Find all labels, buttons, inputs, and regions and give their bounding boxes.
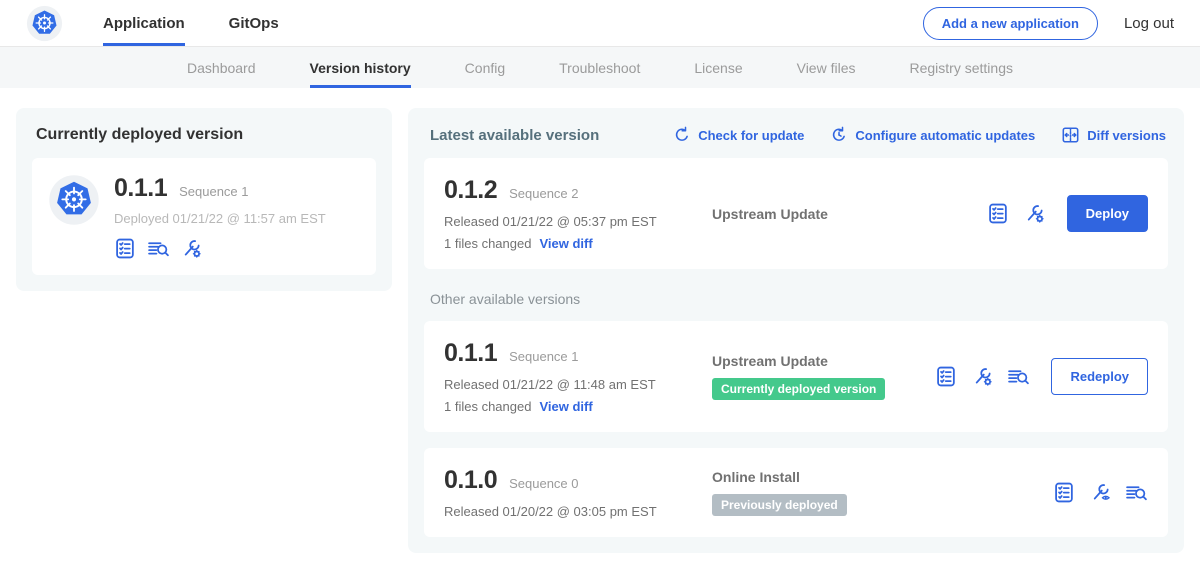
- released-timestamp: Released 01/21/22 @ 11:48 am EST: [444, 377, 712, 392]
- deployed-sequence-label: Sequence 1: [179, 184, 248, 199]
- kubernetes-app-icon: [48, 174, 100, 226]
- version-number: 0.1.1: [444, 339, 497, 368]
- sequence-label: Sequence 2: [509, 186, 578, 201]
- deployed-version-number: 0.1.1: [114, 174, 167, 203]
- deployed-version-card: 0.1.1 Sequence 1 Deployed 01/21/22 @ 11:…: [32, 158, 376, 275]
- subtab-dashboard[interactable]: Dashboard: [187, 47, 256, 88]
- config-wrench-gear-icon[interactable]: [971, 366, 994, 387]
- version-source-label: Online Install: [712, 469, 1053, 485]
- config-wrench-gear-icon[interactable]: [1023, 203, 1046, 224]
- checklist-icon[interactable]: [987, 203, 1010, 224]
- logs-search-icon[interactable]: [147, 238, 170, 259]
- app-header: Application GitOps Add a new application…: [0, 0, 1200, 47]
- check-for-update-link[interactable]: Check for update: [673, 126, 804, 144]
- tab-application[interactable]: Application: [103, 0, 185, 46]
- checklist-icon[interactable]: [935, 366, 958, 387]
- sequence-label: Sequence 1: [509, 349, 578, 364]
- released-timestamp: Released 01/21/22 @ 05:37 pm EST: [444, 214, 712, 229]
- subtab-version-history[interactable]: Version history: [310, 47, 411, 88]
- checklist-icon[interactable]: [1053, 482, 1076, 503]
- available-versions-panel: Latest available version Check for updat…: [408, 108, 1184, 553]
- subtab-license[interactable]: License: [694, 47, 742, 88]
- files-changed-label: 1 files changed: [444, 399, 531, 414]
- subtab-troubleshoot[interactable]: Troubleshoot: [559, 47, 640, 88]
- version-row-0-1-2: 0.1.2 Sequence 2 Released 01/21/22 @ 05:…: [424, 158, 1168, 269]
- view-diff-link[interactable]: View diff: [539, 399, 592, 414]
- auto-update-clock-icon: [830, 126, 848, 144]
- released-timestamp: Released 01/20/22 @ 03:05 pm EST: [444, 504, 712, 519]
- deployed-timestamp: Deployed 01/21/22 @ 11:57 am EST: [114, 211, 326, 226]
- deploy-button[interactable]: Deploy: [1067, 195, 1148, 232]
- tab-gitops[interactable]: GitOps: [229, 0, 279, 46]
- subtab-registry-settings[interactable]: Registry settings: [910, 47, 1013, 88]
- version-row-0-1-0: 0.1.0 Sequence 0 Released 01/20/22 @ 03:…: [424, 448, 1168, 537]
- diff-versions-link[interactable]: Diff versions: [1061, 126, 1166, 144]
- currently-deployed-panel: Currently deployed version 0.1.1 Sequenc…: [16, 108, 392, 291]
- previously-deployed-badge: Previously deployed: [712, 494, 847, 516]
- checklist-icon[interactable]: [114, 238, 137, 259]
- version-source-label: Upstream Update: [712, 353, 935, 369]
- sequence-label: Sequence 0: [509, 476, 578, 491]
- files-changed-label: 1 files changed: [444, 236, 531, 251]
- version-source-label: Upstream Update: [712, 206, 987, 222]
- logout-button[interactable]: Log out: [1124, 15, 1174, 32]
- version-row-0-1-1: 0.1.1 Sequence 1 Released 01/21/22 @ 11:…: [424, 321, 1168, 432]
- currently-deployed-title: Currently deployed version: [36, 126, 376, 144]
- refresh-icon: [673, 126, 691, 144]
- logs-search-icon[interactable]: [1125, 482, 1148, 503]
- config-wrench-gear-icon[interactable]: [180, 238, 203, 259]
- add-new-application-button[interactable]: Add a new application: [923, 7, 1098, 40]
- diff-columns-icon: [1061, 126, 1080, 144]
- redeploy-button[interactable]: Redeploy: [1051, 358, 1148, 395]
- header-tabs: Application GitOps: [103, 0, 279, 46]
- kubernetes-logo-icon: [26, 0, 63, 46]
- version-number: 0.1.2: [444, 176, 497, 205]
- latest-available-title: Latest available version: [430, 127, 599, 144]
- view-diff-link[interactable]: View diff: [539, 236, 592, 251]
- app-subnav: Dashboard Version history Config Trouble…: [0, 47, 1200, 88]
- version-number: 0.1.0: [444, 466, 497, 495]
- other-available-versions-title: Other available versions: [430, 291, 1166, 307]
- logs-search-icon[interactable]: [1007, 366, 1030, 387]
- configure-automatic-updates-link[interactable]: Configure automatic updates: [830, 126, 1035, 144]
- config-wrench-eye-icon[interactable]: [1089, 482, 1112, 503]
- subtab-view-files[interactable]: View files: [797, 47, 856, 88]
- currently-deployed-badge: Currently deployed version: [712, 378, 885, 400]
- subtab-config[interactable]: Config: [465, 47, 505, 88]
